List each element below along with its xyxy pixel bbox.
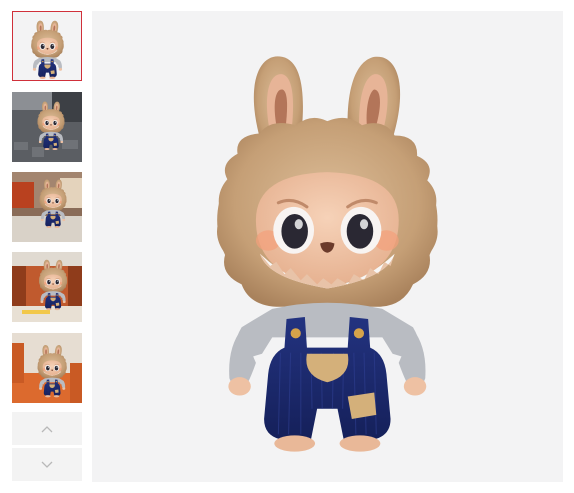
thumbnail-5[interactable] [12,333,82,403]
thumbnail-3[interactable] [12,172,82,242]
plush-figure-main-image [92,11,563,482]
plush-storefront-image [12,172,82,242]
chevron-down-icon [41,461,53,468]
chevron-up-icon [41,425,53,432]
next-thumbnails-button[interactable] [12,448,82,481]
plush-orange-furniture-image [12,333,82,403]
main-product-image[interactable] [92,11,563,482]
plush-outdoor-pavement-image [12,92,82,162]
plush-table-shelf-image [12,252,82,322]
product-image-gallery [0,0,574,493]
plush-white-background-image [13,12,81,80]
previous-thumbnails-button[interactable] [12,412,82,445]
thumbnail-2[interactable] [12,92,82,162]
thumbnail-1[interactable] [12,11,82,81]
thumbnail-4[interactable] [12,252,82,322]
